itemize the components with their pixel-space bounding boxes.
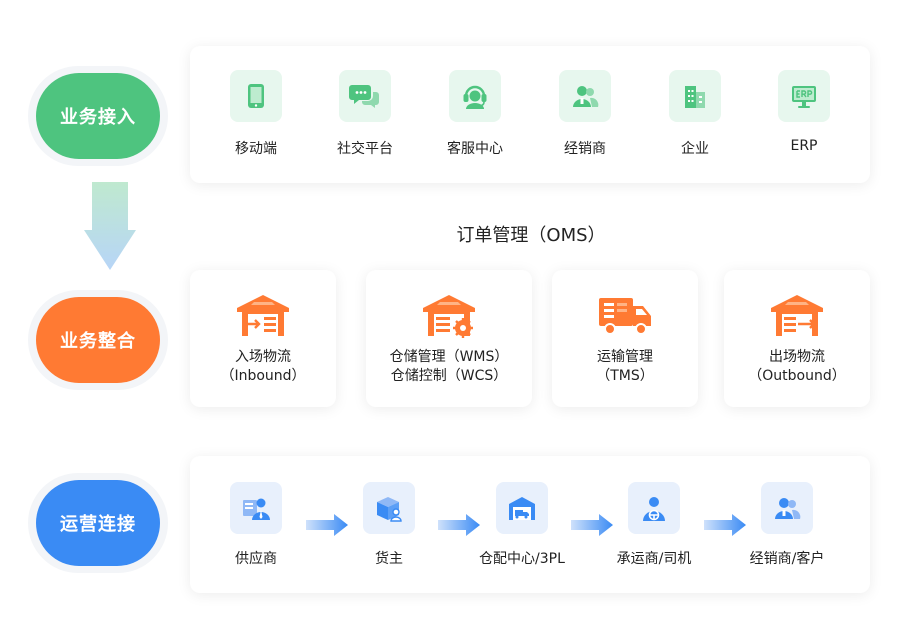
- tablet-icon: [248, 84, 264, 108]
- warehouse-outbound-icon: [771, 295, 823, 336]
- channel-mobile: 移动端: [216, 70, 296, 158]
- party-carrier: 承运商/司机: [594, 482, 714, 568]
- stage-access: 业务接入: [28, 66, 168, 166]
- channel-label: 社交平台: [337, 141, 393, 157]
- oms-title: 订单管理（OMS）: [456, 225, 606, 246]
- chat-icon: [349, 85, 379, 108]
- driver-icon: [643, 497, 665, 521]
- module-title: 出场物流: [769, 349, 825, 365]
- module-title: 仓储管理（WMS）: [389, 349, 509, 365]
- party-customer: 经销商/客户: [727, 482, 847, 568]
- channel-service-center: 客服中心: [435, 70, 515, 158]
- warehouse-truck-icon: [509, 497, 535, 520]
- module-title: 入场物流: [235, 349, 291, 365]
- people-icon: [573, 86, 599, 107]
- party-cargo-owner: 货主: [329, 482, 449, 568]
- channel-label: ERP: [790, 138, 818, 154]
- customer-icon: [775, 498, 801, 519]
- channel-label: 经销商: [564, 141, 606, 157]
- module-inbound: 入场物流 （Inbound）: [190, 270, 336, 407]
- channels-panel: 移动端 社交平台 客服中心 经销商 企业 ERP: [190, 46, 870, 183]
- warehouse-inbound-icon: [237, 295, 289, 336]
- party-3pl: 仓配中心/3PL: [462, 482, 582, 568]
- party-label: 经销商/客户: [749, 551, 825, 567]
- module-outbound: 出场物流 （Outbound）: [724, 270, 870, 407]
- module-subtitle: （Outbound）: [748, 368, 846, 384]
- truck-icon: [599, 298, 651, 335]
- module-subtitle: 仓储控制（WCS）: [390, 368, 508, 384]
- stage-access-label: 业务接入: [36, 73, 160, 159]
- channel-label: 移动端: [235, 141, 277, 157]
- module-title: 运输管理: [597, 349, 653, 365]
- channel-dealer: 经销商: [545, 70, 625, 158]
- cargo-owner-icon: [377, 497, 402, 522]
- warehouse-gear-icon: [423, 295, 475, 338]
- module-tms: 运输管理 （TMS）: [552, 270, 698, 407]
- channel-label: 企业: [681, 141, 709, 157]
- headset-icon: [463, 85, 487, 109]
- party-label: 仓配中心/3PL: [479, 551, 565, 567]
- stage-operations-label: 运营连接: [36, 480, 160, 566]
- party-label: 供应商: [235, 551, 277, 567]
- erp-monitor-icon: [792, 86, 816, 108]
- party-label: 货主: [375, 551, 403, 567]
- stage-operations: 运营连接: [28, 473, 168, 573]
- stage-integration: 业务整合: [28, 290, 168, 390]
- channel-enterprise: 企业: [655, 70, 735, 158]
- party-supplier: 供应商: [196, 482, 316, 568]
- party-label: 承运商/司机: [616, 551, 692, 567]
- channel-social: 社交平台: [325, 70, 405, 158]
- building-icon: [685, 86, 705, 108]
- channel-erp: ERP: [764, 70, 844, 154]
- channel-label: 客服中心: [447, 141, 503, 157]
- module-subtitle: （Inbound）: [220, 368, 306, 384]
- module-subtitle: （TMS）: [596, 368, 654, 384]
- stage-integration-label: 业务整合: [36, 297, 160, 383]
- parties-panel: 供应商 货主 仓配中心/3PL 承运商/司机 经销商/客户: [190, 456, 870, 593]
- module-wms: 仓储管理（WMS） 仓储控制（WCS）: [366, 270, 532, 407]
- supplier-icon: [243, 498, 270, 520]
